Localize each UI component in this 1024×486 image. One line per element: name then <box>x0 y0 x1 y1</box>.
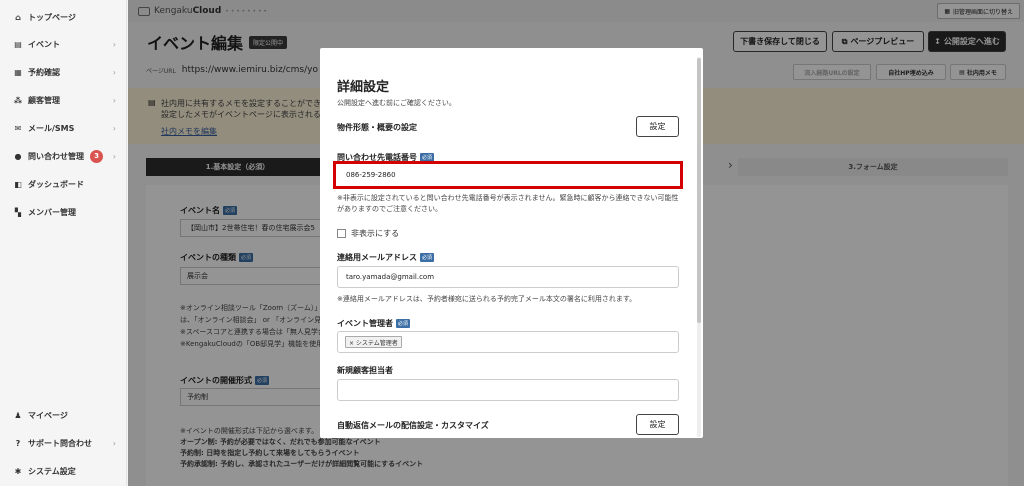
sidebar: ⌂ トップページ ▤ イベント › ▦ 予約確認 › ⁂ 顧客管理 › ✉ メール/SMS › ● 問い合わせ… <box>0 0 127 486</box>
chevron-right-icon: › <box>112 39 116 49</box>
modal-subtitle: 公開設定へ進む前にご確認ください。 <box>337 99 456 107</box>
sidebar-item-home[interactable]: ⌂ トップページ <box>0 7 127 27</box>
help-icon: ? <box>15 438 21 448</box>
sidebar-item-reservation[interactable]: ▦ 予約確認 › <box>0 62 127 82</box>
notification-badge: 3 <box>90 149 103 163</box>
email-label-text: 連絡用メールアドレス <box>337 253 417 262</box>
sidebar-item-label: メール/SMS <box>28 123 75 133</box>
detail-settings-modal: 詳細設定 公開設定へ進む前にご確認ください。 物件形態・概要の設定 設定 問い合… <box>320 48 703 438</box>
sidebar-item-user[interactable]: ♟ マイページ <box>0 405 127 425</box>
property-settings-label: 物件形態・概要の設定 <box>337 123 417 132</box>
new-customer-label: 新規顧客担当者 <box>337 366 393 375</box>
modal-title: 詳細設定 <box>337 80 390 95</box>
sidebar-item-label: 予約確認 <box>28 67 60 77</box>
email-label: 連絡用メールアドレス 必須 <box>337 252 435 263</box>
sidebar-item-label: 問い合わせ管理 <box>28 151 84 161</box>
sidebar-item-label: システム設定 <box>28 466 76 476</box>
sidebar-item-gear[interactable]: ✱ システム設定 <box>0 461 127 481</box>
hide-phone-checkbox[interactable] <box>337 229 346 238</box>
customers-icon: ⁂ <box>13 95 23 105</box>
manager-label-text: イベント管理者 <box>337 319 393 328</box>
chevron-right-icon: › <box>112 151 116 161</box>
sidebar-item-customers[interactable]: ⁂ 顧客管理 › <box>0 90 127 110</box>
document-icon: ▤ <box>14 39 22 49</box>
gear-icon: ✱ <box>14 466 22 476</box>
sidebar-item-document[interactable]: ▤ イベント › <box>0 34 127 54</box>
phone-input[interactable] <box>333 161 683 189</box>
user-icon: ♟ <box>14 410 22 420</box>
manager-chip[interactable]: × システム管理者 <box>345 336 402 348</box>
auto-reply-settings-button[interactable]: 設定 <box>636 414 679 435</box>
sidebar-item-label: トップページ <box>28 12 76 22</box>
sidebar-item-label: マイページ <box>28 410 68 420</box>
sidebar-item-grid[interactable]: ▚ メンバー管理 <box>0 202 127 222</box>
sidebar-item-label: イベント <box>28 39 60 49</box>
email-note: ※連絡用メールアドレスは、予約者様宛に送られる予約完了メール本文の署名に利用され… <box>337 295 637 303</box>
hide-phone-row[interactable]: 非表示にする <box>337 228 399 239</box>
chevron-right-icon: › <box>112 438 116 448</box>
sidebar-item-chat[interactable]: ● 問い合わせ管理 3 › <box>0 146 127 166</box>
email-input[interactable] <box>337 266 679 288</box>
new-customer-select[interactable] <box>337 379 679 401</box>
chevron-right-icon: › <box>112 95 116 105</box>
sidebar-item-label: 顧客管理 <box>28 95 60 105</box>
dashboard-icon: ◧ <box>14 179 22 189</box>
property-settings-button[interactable]: 設定 <box>636 116 679 137</box>
sidebar-item-help[interactable]: ? サポート問合わせ › <box>0 433 127 453</box>
auto-reply-label: 自動返信メールの配信設定・カスタマイズ <box>337 421 489 430</box>
chevron-right-icon: › <box>112 67 116 77</box>
reservation-icon: ▦ <box>14 67 22 77</box>
chat-icon: ● <box>14 151 22 161</box>
home-icon: ⌂ <box>15 12 21 22</box>
sidebar-item-dashboard[interactable]: ◧ ダッシュボード <box>0 174 127 194</box>
sidebar-item-mail[interactable]: ✉ メール/SMS › <box>0 118 127 138</box>
mail-icon: ✉ <box>14 123 22 133</box>
sidebar-item-label: ダッシュボード <box>28 179 84 189</box>
sidebar-item-label: メンバー管理 <box>28 207 76 217</box>
phone-note: ※非表示に設定されていると問い合わせ先電話番号が表示されません。緊急時に顧客から… <box>337 194 679 213</box>
sidebar-item-label: サポート問合わせ <box>28 438 92 448</box>
chevron-right-icon: › <box>112 123 116 133</box>
modal-scrollbar-thumb[interactable] <box>697 58 701 323</box>
hide-phone-label: 非表示にする <box>351 229 400 238</box>
grid-icon: ▚ <box>14 207 22 217</box>
required-badge: 必須 <box>420 253 435 262</box>
required-badge: 必須 <box>396 319 411 328</box>
manager-label: イベント管理者 必須 <box>337 318 411 329</box>
